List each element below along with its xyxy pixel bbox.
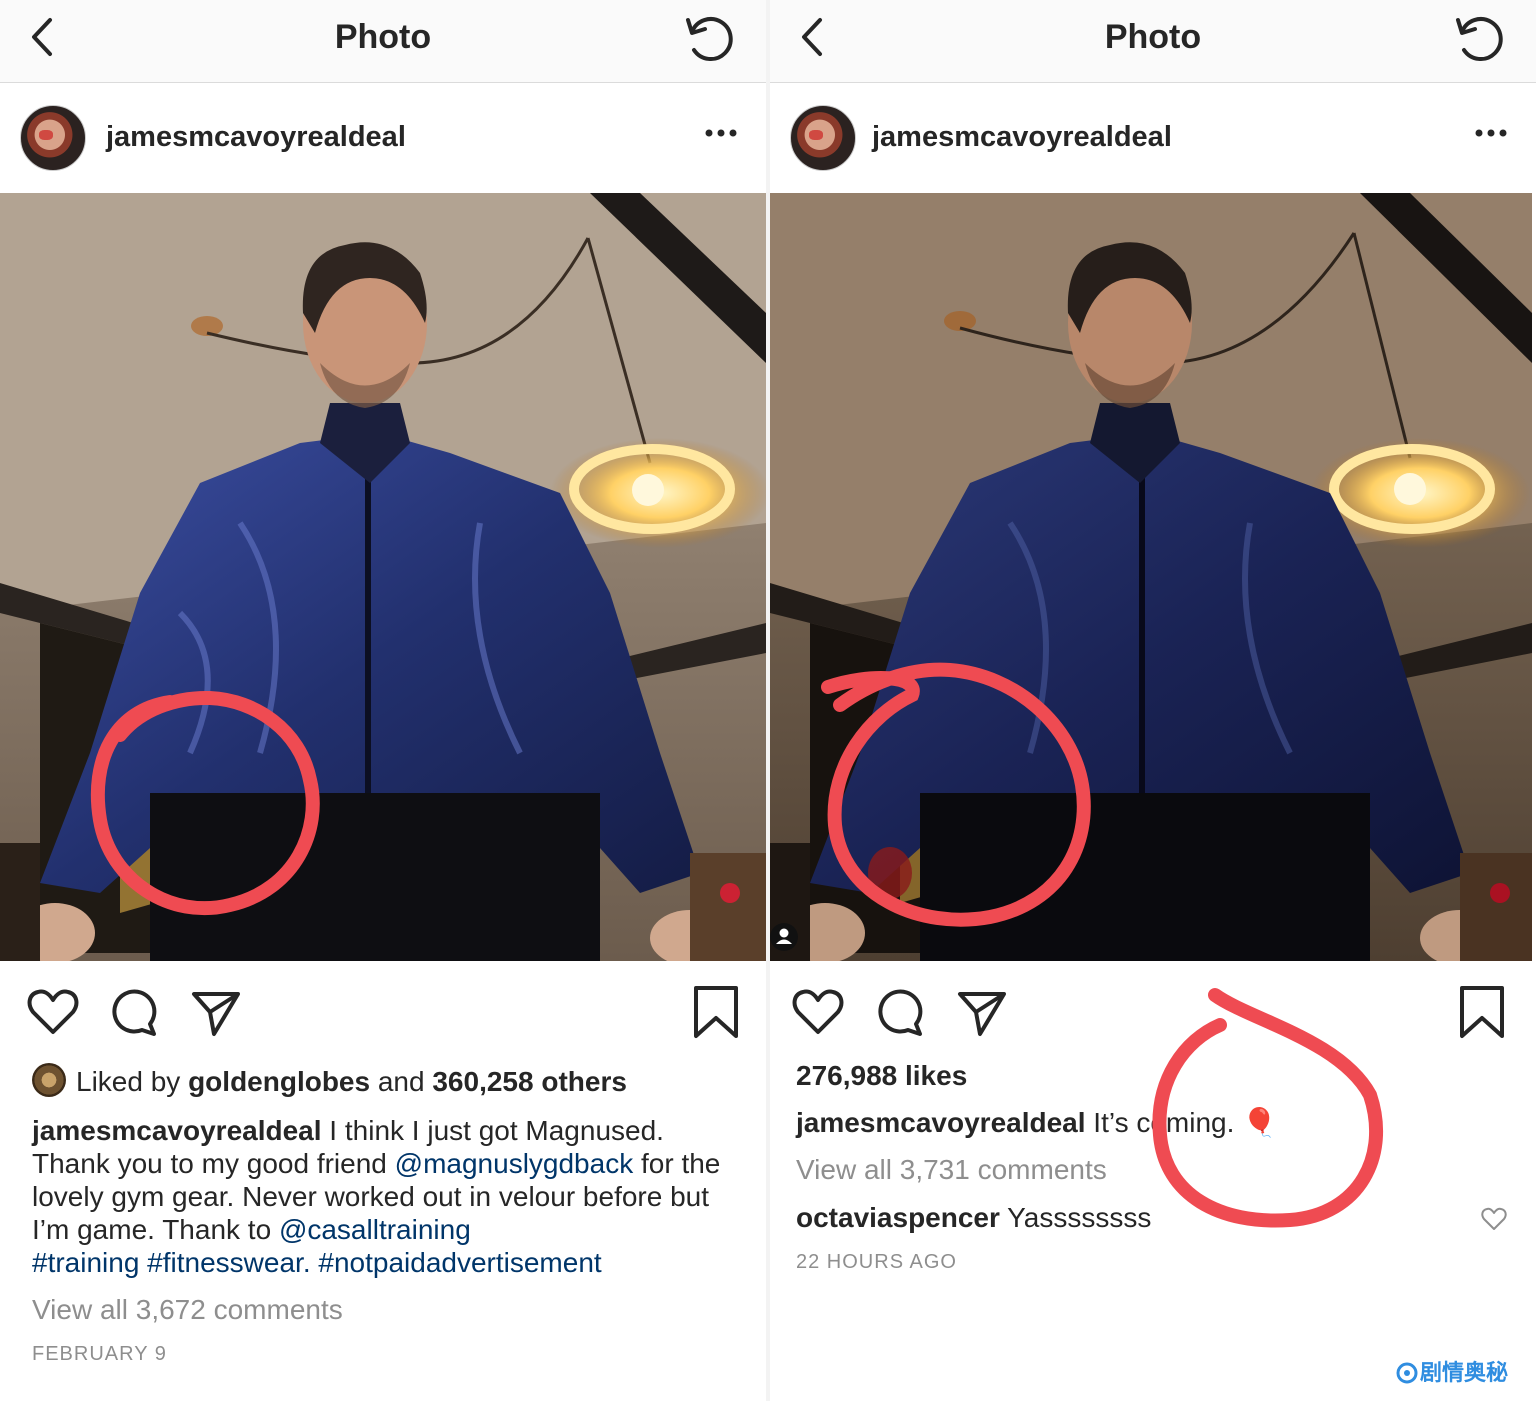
- post-caption: jamesmcavoyrealdeal I think I just got M…: [32, 1114, 732, 1279]
- comment-text: Yassssssss: [999, 1202, 1152, 1233]
- post-caption: jamesmcavoyrealdeal It’s coming. 🎈: [796, 1106, 1277, 1139]
- refresh-icon[interactable]: [1452, 12, 1506, 66]
- post-panel-right: Photo jamesmcavoyrealdeal 276,988 likes …: [770, 0, 1536, 1401]
- likes-count[interactable]: 276,988 likes: [796, 1060, 967, 1092]
- post-username[interactable]: jamesmcavoyrealdeal: [106, 121, 406, 154]
- user-tag-icon[interactable]: [770, 921, 800, 953]
- caption-text: It’s coming.: [1085, 1107, 1235, 1138]
- bookmark-icon[interactable]: [690, 984, 742, 1040]
- top-navigation-bar: Photo: [770, 0, 1536, 83]
- post-header: jamesmcavoyrealdeal: [770, 83, 1536, 193]
- hashtags[interactable]: #training #fitnesswear. #notpaidadvertis…: [32, 1247, 602, 1278]
- page-title: Photo: [1104, 18, 1202, 56]
- post-panel-left: Photo jamesmcavoyrealdeal Liked by golde…: [0, 0, 766, 1401]
- top-navigation-bar: Photo: [0, 0, 766, 83]
- mention-link-2[interactable]: @casalltraining: [279, 1214, 471, 1245]
- heart-icon[interactable]: [25, 984, 81, 1040]
- refresh-icon[interactable]: [682, 12, 736, 66]
- bookmark-icon[interactable]: [1456, 984, 1508, 1040]
- comment-icon[interactable]: [872, 984, 928, 1040]
- liked-by-line: Liked by goldenglobes and 360,258 others: [32, 1063, 627, 1098]
- comment-like-icon[interactable]: [1480, 1206, 1508, 1232]
- heart-icon[interactable]: [790, 984, 846, 1040]
- avatar[interactable]: [20, 105, 86, 171]
- post-photo[interactable]: [770, 193, 1532, 961]
- action-bar: [0, 980, 766, 1050]
- caption-username[interactable]: jamesmcavoyrealdeal: [796, 1107, 1086, 1138]
- watermark-logo-icon: [1396, 1362, 1418, 1384]
- share-icon[interactable]: [954, 984, 1010, 1040]
- watermark: 剧情奥秘: [1396, 1355, 1508, 1387]
- balloon-emoji: 🎈: [1242, 1107, 1278, 1138]
- mention-link-1[interactable]: @magnuslygdback: [395, 1148, 634, 1179]
- liked-by-avatar[interactable]: [32, 1063, 66, 1097]
- more-icon[interactable]: [704, 127, 738, 139]
- comment-icon[interactable]: [106, 984, 162, 1040]
- more-icon[interactable]: [1474, 127, 1508, 139]
- view-all-comments[interactable]: View all 3,731 comments: [796, 1154, 1107, 1186]
- post-username[interactable]: jamesmcavoyrealdeal: [872, 121, 1172, 154]
- post-header: jamesmcavoyrealdeal: [0, 83, 766, 193]
- comment-username[interactable]: octaviaspencer: [796, 1202, 1000, 1233]
- post-time: 22 HOURS AGO: [796, 1251, 957, 1273]
- watermark-text: 剧情奥秘: [1419, 1360, 1508, 1385]
- caption-username[interactable]: jamesmcavoyrealdeal: [32, 1115, 322, 1146]
- post-date: FEBRUARY 9: [32, 1343, 167, 1365]
- share-icon[interactable]: [188, 984, 244, 1040]
- liked-by-user[interactable]: goldenglobes: [188, 1066, 370, 1097]
- liked-by-prefix: Liked by: [76, 1066, 181, 1097]
- liked-by-and: and: [377, 1066, 425, 1097]
- comment-row: octaviaspencer Yassssssss: [796, 1202, 1151, 1234]
- action-bar: [770, 980, 1536, 1050]
- avatar[interactable]: [790, 105, 856, 171]
- post-photo[interactable]: [0, 193, 766, 961]
- page-title: Photo: [334, 18, 432, 56]
- liked-by-others[interactable]: 360,258 others: [432, 1066, 627, 1097]
- view-all-comments[interactable]: View all 3,672 comments: [32, 1294, 343, 1326]
